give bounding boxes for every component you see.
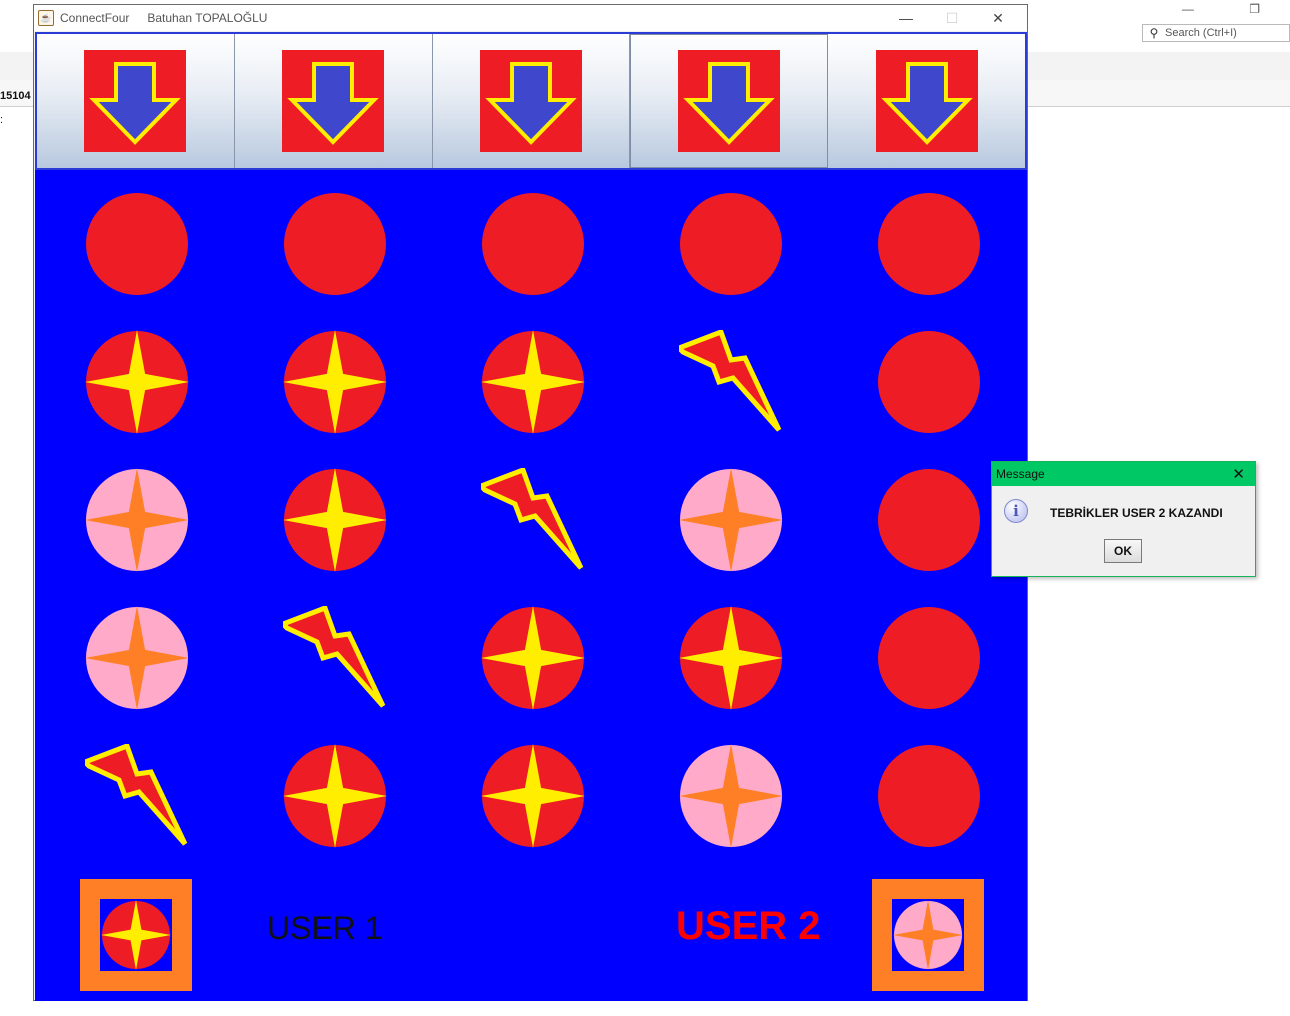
drop-arrow-icon <box>479 50 582 152</box>
board-cell <box>283 330 387 434</box>
board-cell <box>283 744 387 848</box>
board-cell <box>481 744 585 848</box>
winning-lightning-icon <box>476 466 584 570</box>
drop-button-col-3[interactable] <box>432 34 631 168</box>
board-cell <box>679 606 783 710</box>
window-titlebar[interactable]: ☕ ConnectFour Batuhan TOPALOĞLU — ☐ ✕ <box>34 5 1027 31</box>
ok-button[interactable]: OK <box>1104 539 1142 563</box>
window-title: ConnectFour <box>60 11 130 25</box>
user1-label: USER 1 <box>267 910 383 946</box>
empty-slot <box>878 607 980 709</box>
empty-slot <box>680 193 782 295</box>
window-author: Batuhan TOPALOĞLU <box>147 11 268 25</box>
user2-piece-icon <box>679 744 783 848</box>
drop-arrow-icon <box>875 50 978 152</box>
board-cell <box>877 606 981 710</box>
info-icon: i <box>1004 499 1028 523</box>
user2-piece-icon <box>85 606 189 710</box>
user1-piece-icon <box>85 330 189 434</box>
board-cell <box>679 744 783 848</box>
drop-arrow-icon <box>282 50 385 152</box>
close-button[interactable]: ✕ <box>975 10 1021 27</box>
user2-piece-icon <box>679 468 783 572</box>
dialog-close-icon[interactable]: ✕ <box>1232 465 1245 483</box>
empty-slot <box>878 469 980 571</box>
search-placeholder: Search (Ctrl+I) <box>1165 27 1237 39</box>
empty-slot <box>878 193 980 295</box>
dialog-titlebar[interactable]: Message ✕ <box>992 462 1255 486</box>
board-cell <box>679 468 783 572</box>
maximize-button[interactable]: ☐ <box>929 10 975 27</box>
empty-slot <box>878 745 980 847</box>
user2-indicator <box>872 879 984 991</box>
user1-piece-icon <box>283 468 387 572</box>
background-window-controls[interactable]: — ❐ <box>1182 2 1286 16</box>
empty-slot <box>86 193 188 295</box>
drop-button-col-5[interactable] <box>828 34 1025 168</box>
dialog-title: Message <box>996 467 1045 481</box>
minimize-button[interactable]: — <box>883 10 929 26</box>
winning-lightning-icon <box>674 328 782 432</box>
board-cell <box>877 330 981 434</box>
board-cell <box>85 192 189 296</box>
board-cell <box>674 328 783 434</box>
board-cell <box>283 192 387 296</box>
user1-piece-icon <box>481 606 585 710</box>
connect-four-window: ☕ ConnectFour Batuhan TOPALOĞLU — ☐ ✕ US… <box>33 4 1028 1001</box>
message-dialog: Message ✕ i TEBRİKLER USER 2 KAZANDI OK <box>991 461 1256 577</box>
board-cell <box>85 606 189 710</box>
board-cell <box>481 606 585 710</box>
board-cell <box>80 742 189 848</box>
board-cell <box>877 744 981 848</box>
empty-slot <box>482 193 584 295</box>
board-cell <box>679 192 783 296</box>
user1-piece-icon <box>283 330 387 434</box>
board-cell <box>283 468 387 572</box>
user1-piece-icon <box>283 744 387 848</box>
drop-button-col-2[interactable] <box>234 34 433 168</box>
drop-button-col-1[interactable] <box>37 34 235 168</box>
user1-piece-icon <box>481 744 585 848</box>
drop-button-col-4[interactable] <box>630 34 829 168</box>
winning-lightning-icon <box>80 742 188 846</box>
game-board: USER 1 USER 2 <box>35 170 1027 1001</box>
user2-piece-icon <box>85 468 189 572</box>
background-search-field[interactable]: ⚲ Search (Ctrl+I) <box>1142 24 1290 42</box>
java-app-icon: ☕ <box>38 10 54 26</box>
user1-piece-icon <box>481 330 585 434</box>
board-cell <box>877 468 981 572</box>
background-output-text: 15104 <box>0 90 31 102</box>
drop-arrow-icon <box>677 50 780 152</box>
user1-piece-icon <box>679 606 783 710</box>
board-cell <box>481 330 585 434</box>
drop-button-row <box>35 32 1027 170</box>
user2-label: USER 2 <box>676 904 821 948</box>
drop-arrow-icon <box>84 50 187 152</box>
board-cell <box>877 192 981 296</box>
winning-lightning-icon <box>278 604 386 708</box>
dialog-message: TEBRİKLER USER 2 KAZANDI <box>1050 506 1223 520</box>
empty-slot <box>878 331 980 433</box>
search-icon: ⚲ <box>1149 26 1159 40</box>
user1-indicator <box>80 879 192 991</box>
board-cell <box>85 468 189 572</box>
board-cell <box>481 192 585 296</box>
background-output-text-2: : <box>0 114 4 126</box>
empty-slot <box>284 193 386 295</box>
board-cell <box>476 466 585 572</box>
board-cell <box>278 604 387 710</box>
board-cell <box>85 330 189 434</box>
